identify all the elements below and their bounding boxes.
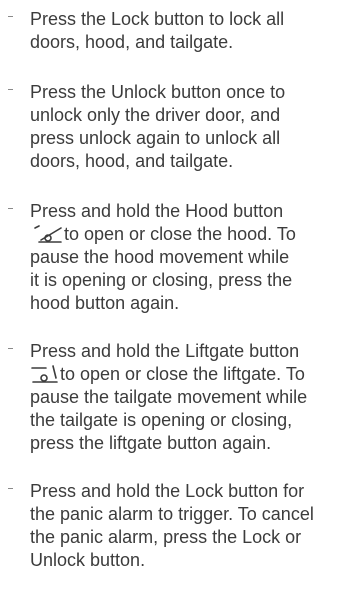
bullet-dash [8,89,13,90]
liftgate-icon [30,364,60,384]
text-line: pause the hood movement while [30,247,290,267]
instruction-text: Press and hold the Hood button to open o… [30,200,330,315]
text-line: to open or close the liftgate. To [30,363,330,386]
text-line: the panic alarm, press the Lock or [30,527,302,547]
bullet-dash [8,348,13,349]
text-line: to open or close the hood. To [30,223,330,246]
bullet-dash [8,488,13,489]
text-line: Unlock button. [30,550,146,570]
instruction-text: Press and hold the Liftgate button to op… [30,340,330,455]
text-line: Press and hold the Liftgate button [30,341,300,361]
text-fragment: to open or close the liftgate. To [60,364,305,384]
instruction-text: Press the Lock button to lock all doors,… [30,8,330,54]
instruction-text: Press the Unlock button once to unlock o… [30,81,330,173]
text-line: pause the tailgate movement while [30,387,308,407]
text-line: Press the Lock button to lock all [30,9,285,29]
hood-icon [30,224,64,244]
text-line: unlock only the driver door, and [30,105,281,125]
text-line: Press and hold the Lock button for [30,481,305,501]
bullet-dash [8,16,13,17]
text-line: Press the Unlock button once to [30,82,286,102]
text-line: it is opening or closing, press the [30,270,293,290]
text-line: doors, hood, and tailgate. [30,32,234,52]
instruction-text: Press and hold the Lock button for the p… [30,480,330,572]
text-line: doors, hood, and tailgate. [30,151,234,171]
text-fragment: to open or close the hood. To [64,224,296,244]
text-line: the tailgate is opening or closing, [30,410,293,430]
text-line: press the liftgate button again. [30,433,272,453]
bullet-dash [8,208,13,209]
text-line: Press and hold the Hood button [30,201,284,221]
text-line: press unlock again to unlock all [30,128,281,148]
text-line: the panic alarm to trigger. To cancel [30,504,314,524]
instruction-list: Press the Lock button to lock all doors,… [0,0,344,590]
text-line: hood button again. [30,293,180,313]
